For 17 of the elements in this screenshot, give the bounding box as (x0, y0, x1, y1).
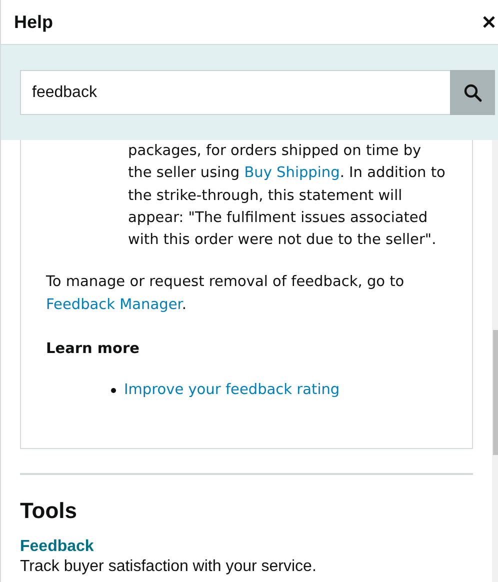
learn-more-heading: Learn more (46, 340, 140, 360)
scrollbar[interactable] (492, 140, 498, 582)
search-field[interactable]: feedback (20, 70, 450, 115)
close-icon[interactable] (483, 16, 495, 28)
panel-title: Help (14, 12, 54, 32)
tools-heading: Tools (20, 498, 78, 524)
scrollbar-thumb[interactable] (493, 330, 498, 455)
tool-link[interactable]: Feedback (20, 538, 94, 556)
feedback-manager-link[interactable]: Feedback Manager (46, 296, 182, 313)
article-link[interactable]: Improve your feedback rating (124, 379, 340, 402)
search-button[interactable] (450, 70, 495, 115)
paragraph-text: To manage or request removal of feedback, go to Feedback Manager. (46, 273, 406, 315)
buy-shipping-link[interactable]: Buy Shipping (244, 165, 340, 182)
tool-description: Track buyer satisfaction with your service. (20, 558, 318, 576)
bullet-icon (111, 388, 116, 394)
search-icon (462, 82, 482, 102)
bullet-text: packages, for orders shipped on time by the seller using Buy Shipping. In addition to the strike-through, this statement will appear: "The fulfilment issues associated with this order were not due to the seller". (128, 142, 446, 250)
